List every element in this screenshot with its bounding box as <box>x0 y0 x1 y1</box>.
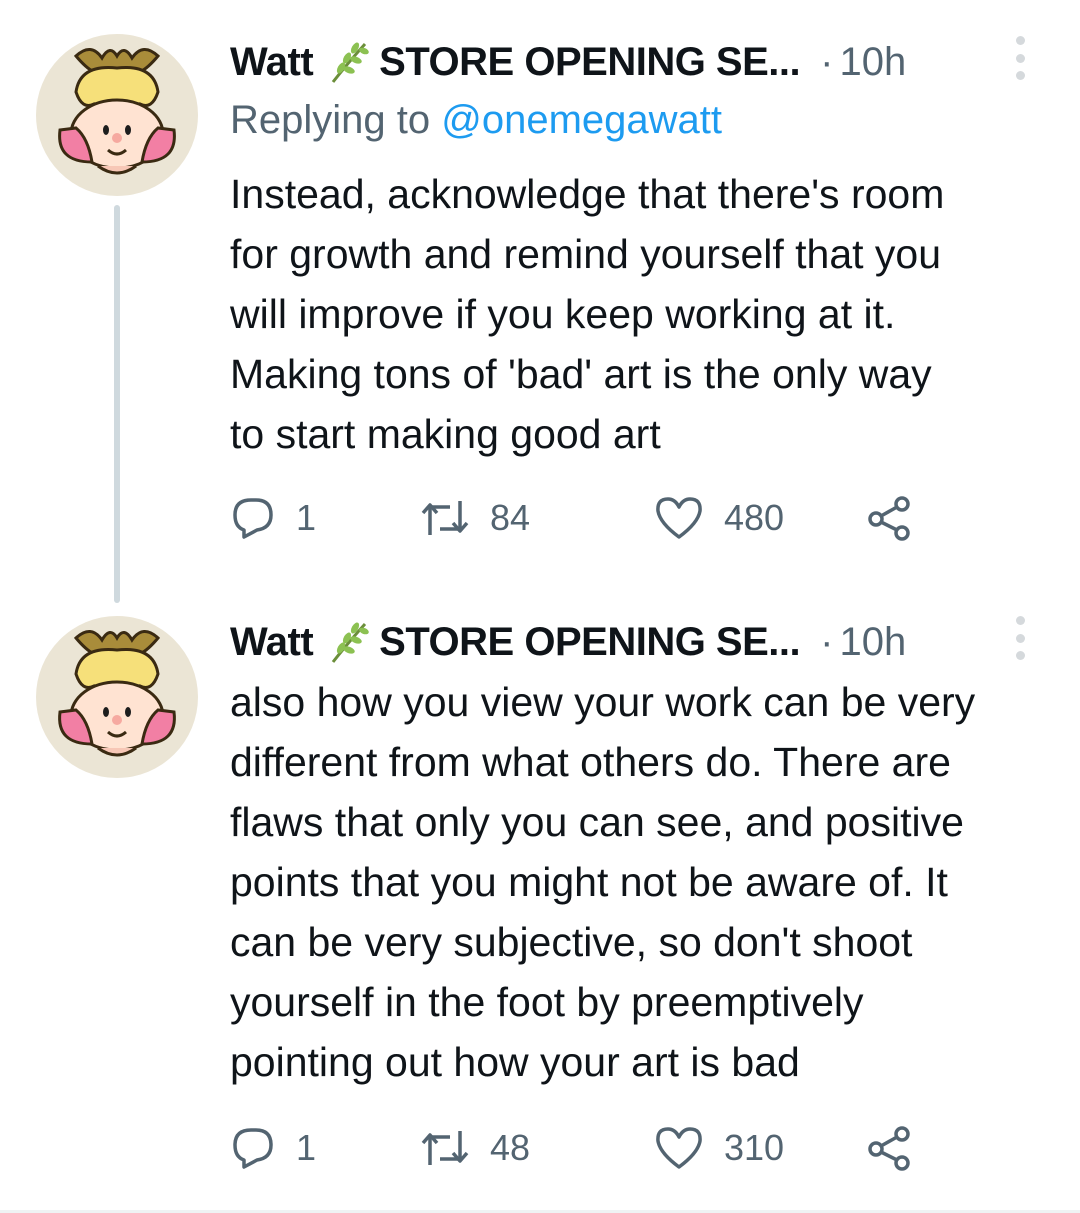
tweet-actions: 1 48 310 <box>230 1118 950 1178</box>
tweet-actions: 1 84 480 <box>230 488 950 548</box>
avatar[interactable] <box>36 616 198 778</box>
replying-handle-link[interactable]: @onemegawatt <box>441 98 722 142</box>
like-count: 480 <box>724 497 785 538</box>
replying-to: Replying to @onemegawatt <box>230 98 722 143</box>
author-name[interactable]: Watt <box>230 620 314 665</box>
reply-count: 1 <box>296 497 317 538</box>
reply-button[interactable]: 1 <box>230 488 316 548</box>
share-icon <box>868 496 910 541</box>
tweet-text: also how you view your work can be very … <box>230 679 976 1085</box>
replying-prefix: Replying to <box>230 98 431 142</box>
retweet-button[interactable]: 84 <box>420 488 530 548</box>
retweet-icon <box>421 1131 469 1165</box>
reply-button[interactable]: 1 <box>230 1118 316 1178</box>
like-count: 310 <box>724 1127 785 1168</box>
herb-icon <box>325 38 373 86</box>
tweet[interactable]: Watt STORE OPENING SE... · 10h also how … <box>0 600 1080 1212</box>
avatar-image <box>58 630 176 757</box>
retweet-count: 48 <box>490 1127 531 1168</box>
separator-dot: · <box>820 39 834 84</box>
reply-icon <box>233 498 273 539</box>
timestamp[interactable]: 10h <box>839 620 906 665</box>
retweet-icon <box>421 501 469 535</box>
herb-icon <box>325 618 373 666</box>
tweet[interactable]: Watt STORE OPENING SE... · 10h Replying … <box>0 0 1080 603</box>
retweet-button[interactable]: 48 <box>420 1118 530 1178</box>
share-button[interactable] <box>866 488 914 548</box>
share-button[interactable] <box>866 1118 914 1178</box>
thread-connector <box>114 205 120 603</box>
separator-dot: · <box>820 619 834 664</box>
tweet-text: Instead, acknowledge that there's room f… <box>230 171 945 457</box>
retweet-count: 84 <box>490 497 531 538</box>
share-icon <box>868 1126 910 1171</box>
tweet-header: Watt STORE OPENING SE... · 10h <box>230 612 990 672</box>
more-icon[interactable] <box>1010 616 1030 660</box>
author-name[interactable]: Watt <box>230 40 314 85</box>
author-display-suffix[interactable]: STORE OPENING SE... <box>379 620 800 665</box>
reply-icon <box>233 1128 273 1169</box>
heart-icon <box>656 497 702 539</box>
like-button[interactable]: 310 <box>654 1118 784 1178</box>
like-button[interactable]: 480 <box>654 488 784 548</box>
avatar[interactable] <box>36 34 198 196</box>
more-icon[interactable] <box>1010 36 1030 80</box>
timestamp[interactable]: 10h <box>839 40 906 85</box>
tweet-header: Watt STORE OPENING SE... · 10h <box>230 32 990 92</box>
author-display-suffix[interactable]: STORE OPENING SE... <box>379 40 800 85</box>
reply-count: 1 <box>296 1127 317 1168</box>
heart-icon <box>656 1127 702 1169</box>
avatar-image <box>58 48 176 175</box>
